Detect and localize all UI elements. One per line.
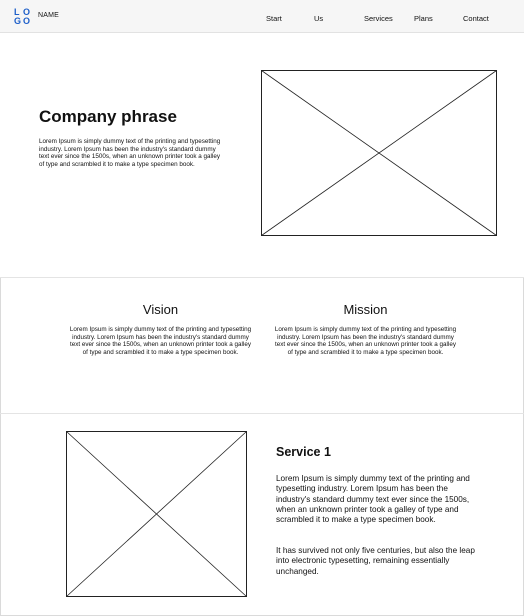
mission-heading: Mission	[343, 302, 388, 317]
vision-text: Lorem Ipsum is simply dummy text of the …	[69, 326, 252, 356]
logo[interactable]: L O G O	[14, 8, 32, 26]
brand-name: NAME	[38, 12, 60, 19]
service-paragraph: Lorem Ipsum is simply dummy text of the …	[276, 474, 470, 525]
nav-start-link[interactable]: Start	[266, 14, 282, 23]
nav-contact-link[interactable]: Contact	[463, 14, 489, 23]
service-heading: Service 1	[276, 445, 331, 459]
company-phrase-heading: Company phrase	[39, 107, 177, 126]
hero-image-placeholder	[261, 70, 497, 236]
section-divider	[0, 277, 524, 278]
mission-block: Mission Lorem Ipsum is simply dummy text…	[273, 302, 458, 356]
service-paragraph: It has survived not only five centuries,…	[276, 546, 475, 576]
section-divider	[0, 413, 524, 414]
service-image-placeholder	[66, 431, 247, 597]
hero-section: Company phrase Lorem Ipsum is simply dum…	[0, 33, 524, 277]
nav-us-link[interactable]: Us	[314, 14, 323, 23]
nav-plans-link[interactable]: Plans	[414, 14, 433, 23]
hero-description: Lorem Ipsum is simply dummy text of the …	[39, 138, 221, 168]
logo-letter: G	[14, 16, 22, 26]
mission-text: Lorem Ipsum is simply dummy text of the …	[274, 326, 457, 356]
vision-block: Vision Lorem Ipsum is simply dummy text …	[68, 302, 253, 356]
nav-services-link[interactable]: Services	[364, 14, 393, 23]
top-navigation-bar: L O G O NAME Start Us Services Plans Con…	[0, 0, 524, 33]
logo-letter: O	[23, 16, 31, 26]
vision-heading: Vision	[142, 302, 179, 317]
